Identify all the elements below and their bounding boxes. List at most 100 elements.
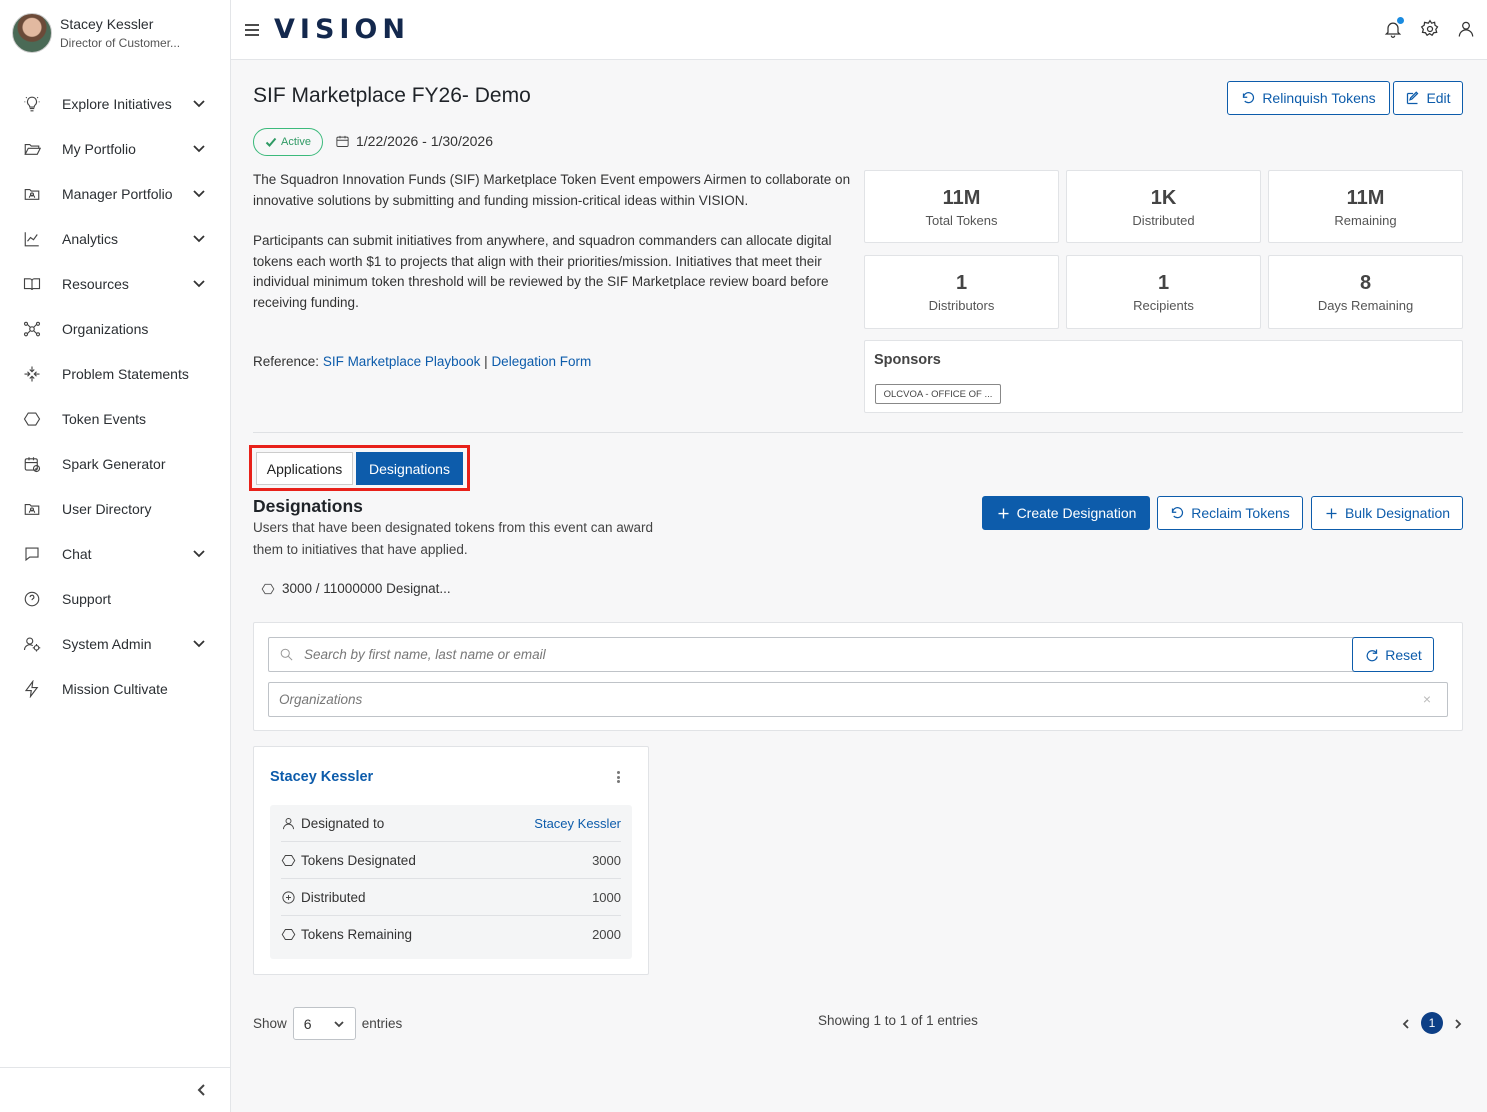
plus-circle-icon: [282, 890, 295, 904]
reclaim-tokens-button[interactable]: Reclaim Tokens: [1157, 496, 1303, 530]
stat-value: 8: [1359, 272, 1372, 294]
edit-button[interactable]: Edit: [1393, 81, 1463, 115]
stat-days-remaining: 8 Days Remaining: [1268, 255, 1463, 329]
check-icon: [265, 137, 277, 147]
book-open-icon: [22, 274, 42, 294]
reference-line: Reference: SIF Marketplace Playbook | De…: [253, 354, 591, 369]
top-bar: VISION: [231, 0, 1487, 60]
event-dates: 1/22/2026 - 1/30/2026: [335, 133, 493, 149]
calendar-check-icon: [22, 454, 42, 474]
network-icon: [22, 319, 42, 339]
sidebar-item-user-directory[interactable]: User Directory: [0, 486, 230, 531]
sidebar-item-mission-cultivate[interactable]: Mission Cultivate: [0, 666, 230, 711]
row-label: Distributed: [301, 889, 366, 905]
sidebar-item-label: Support: [62, 590, 112, 607]
description-paragraph: Participants can submit initiatives from…: [253, 233, 832, 310]
date-range: 1/22/2026 - 1/30/2026: [356, 133, 494, 149]
search-input[interactable]: [304, 647, 1273, 662]
clear-icon[interactable]: ×: [1423, 691, 1431, 707]
sidebar-item-problem-statements[interactable]: Problem Statements: [0, 351, 230, 396]
sidebar-item-label: Analytics: [62, 230, 119, 247]
sidebar-item-spark-generator[interactable]: Spark Generator: [0, 441, 230, 486]
sidebar-item-system-admin[interactable]: System Admin: [0, 621, 230, 666]
reset-button[interactable]: Reset: [1352, 637, 1434, 672]
app-logo[interactable]: VISION: [274, 14, 410, 45]
designated-to-link[interactable]: Stacey Kessler: [534, 816, 621, 831]
detail-row: Tokens Designated 3000: [281, 842, 621, 879]
chat-icon: [22, 544, 42, 564]
sidebar-item-label: Manager Portfolio: [62, 185, 173, 202]
section-title: Designations: [253, 496, 363, 516]
user-icon[interactable]: [1456, 19, 1476, 39]
sidebar-item-explore-initiatives[interactable]: Explore Initiatives: [0, 81, 230, 126]
sidebar: Stacey Kessler Director of Customer... E…: [0, 0, 231, 1112]
sidebar-item-support[interactable]: Support: [0, 576, 230, 621]
sidebar-item-analytics[interactable]: Analytics: [0, 216, 230, 261]
stat-label: Distributed: [1132, 213, 1195, 228]
row-value: 3000: [592, 852, 621, 868]
relinquish-tokens-button[interactable]: Relinquish Tokens: [1227, 81, 1390, 115]
sidebar-item-organizations[interactable]: Organizations: [0, 306, 230, 351]
sidebar-item-my-portfolio[interactable]: My Portfolio: [0, 126, 230, 171]
edit-icon: [1407, 90, 1419, 104]
sidebar-item-label: Chat: [62, 545, 92, 562]
card-title[interactable]: Stacey Kessler: [270, 769, 373, 785]
folder-user-icon: [22, 184, 42, 204]
sidebar-footer: [0, 1067, 230, 1112]
chevron-down-icon[interactable]: [192, 141, 206, 155]
sponsor-chip[interactable]: OLCVOA - OFFICE OF ...: [875, 384, 1001, 404]
delegation-form-link[interactable]: Delegation Form: [491, 354, 591, 369]
bell-icon[interactable]: [1383, 17, 1404, 39]
row-value: 2000: [592, 927, 621, 942]
chevron-down-icon[interactable]: [192, 636, 206, 650]
chevron-down-icon[interactable]: [192, 96, 206, 110]
chevron-left-icon[interactable]: [194, 1082, 210, 1098]
bolt-icon: [22, 679, 42, 699]
sidebar-item-chat[interactable]: Chat: [0, 531, 230, 576]
next-page-icon[interactable]: [1453, 1017, 1463, 1029]
chevron-down-icon[interactable]: [192, 546, 206, 560]
menu-icon[interactable]: [244, 22, 260, 38]
event-description: The Squadron Innovation Funds (SIF) Mark…: [253, 170, 851, 333]
edit-label: Edit: [1426, 90, 1451, 106]
bulk-designation-button[interactable]: Bulk Designation: [1311, 496, 1463, 530]
entries-label: entries: [361, 1016, 403, 1031]
chevron-down-icon[interactable]: [192, 276, 206, 290]
help-circle-icon: [22, 589, 42, 609]
sponsors-title: Sponsors: [874, 352, 941, 368]
user-profile[interactable]: Stacey Kessler Director of Customer...: [12, 13, 180, 53]
organizations-input[interactable]: [279, 692, 1331, 707]
sidebar-item-label: Mission Cultivate: [62, 680, 168, 697]
chevron-down-icon[interactable]: [192, 186, 206, 200]
detail-row: Distributed 1000: [281, 879, 621, 916]
stat-label: Distributors: [928, 298, 995, 313]
tab-applications[interactable]: Applications: [256, 452, 353, 485]
id-card-icon: [22, 499, 42, 519]
sidebar-item-manager-portfolio[interactable]: Manager Portfolio: [0, 171, 230, 216]
user-role: Director of Customer...: [60, 36, 181, 50]
organizations-select[interactable]: ×: [268, 682, 1448, 717]
page-number-button[interactable]: 1: [1421, 1012, 1443, 1034]
undo-icon: [1172, 506, 1184, 518]
chevron-down-icon[interactable]: [192, 231, 206, 245]
refresh-icon: [1366, 649, 1378, 662]
prev-page-icon[interactable]: [1401, 1017, 1411, 1029]
create-designation-button[interactable]: Create Designation: [982, 496, 1150, 530]
more-options-icon[interactable]: [612, 769, 624, 785]
gear-icon[interactable]: [1420, 19, 1440, 39]
sponsors-panel: Sponsors OLCVOA - OFFICE OF ...: [864, 340, 1463, 413]
page-size-select[interactable]: 6: [292, 1007, 356, 1040]
search-field[interactable]: [268, 637, 1356, 672]
notification-dot: [1397, 17, 1404, 24]
arrows-in-icon: [22, 364, 42, 384]
folder-open-icon: [22, 139, 42, 159]
avatar[interactable]: [12, 13, 52, 53]
sidebar-item-resources[interactable]: Resources: [0, 261, 230, 306]
playbook-link[interactable]: SIF Marketplace Playbook: [323, 354, 481, 369]
reference-separator: |: [484, 354, 488, 369]
chevron-down-icon: [334, 1020, 344, 1027]
sidebar-item-token-events[interactable]: Token Events: [0, 396, 230, 441]
stat-value: 11M: [1346, 187, 1385, 209]
stat-label: Days Remaining: [1317, 298, 1414, 313]
tab-designations[interactable]: Designations: [356, 452, 463, 485]
